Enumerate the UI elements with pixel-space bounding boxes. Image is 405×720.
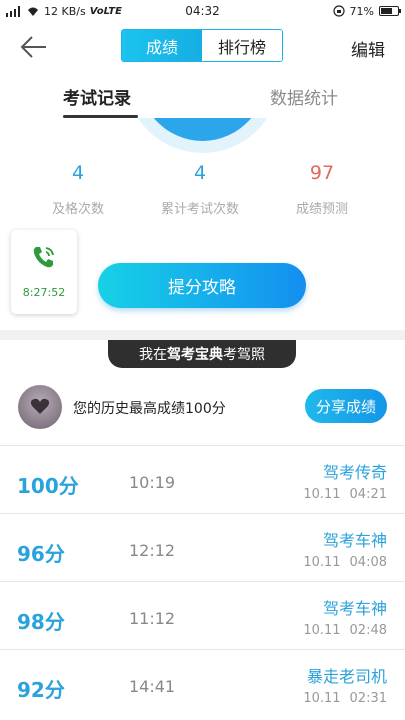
sub-tabs: 考试记录 数据统计 — [0, 72, 405, 120]
list-item[interactable]: 96分 12:12 驾考车神 10.11 04:08 — [0, 513, 405, 581]
tab-score[interactable]: 成绩 — [122, 30, 202, 61]
banner-suffix: 考驾照 — [223, 347, 265, 363]
record-duration: 10:19 — [129, 473, 176, 492]
stat-label: 成绩预测 — [295, 202, 348, 217]
record-title: 驾考传奇 — [322, 463, 387, 482]
record-title: 驾考车神 — [322, 531, 387, 550]
share-score-button[interactable]: 分享成绩 — [305, 389, 387, 423]
section-divider — [0, 330, 405, 340]
record-title: 暴走老司机 — [306, 667, 387, 686]
record-datetime: 10.11 02:31 — [303, 691, 387, 706]
top-nav: 成绩 排行榜 编辑 — [0, 22, 405, 72]
stat-value: 4 — [71, 162, 85, 184]
call-timer-widget[interactable]: 8:27:52 — [11, 230, 77, 314]
improve-tips-button[interactable]: 提分攻略 — [98, 263, 306, 308]
exam-records-list: 100分 10:19 驾考传奇 10.11 04:21 96分 12:12 驾考车… — [0, 445, 405, 717]
best-score-text: 您的历史最高成绩100分 — [73, 401, 226, 417]
battery-icon — [379, 6, 401, 16]
heart-icon — [30, 398, 50, 414]
stat-label: 及格次数 — [51, 202, 104, 217]
stats-row: 4 及格次数 4 累计考试次数 97 成绩预测 — [0, 162, 405, 222]
status-bar: 12 KB/s VoLTE 04:32 71% — [0, 0, 405, 22]
stat-value: 97 — [309, 162, 335, 184]
list-item[interactable]: 98分 11:12 驾考车神 10.11 02:48 — [0, 581, 405, 649]
stat-label: 累计考试次数 — [160, 202, 239, 217]
promo-banner: 我在 驾考宝典 考驾照 — [108, 340, 296, 368]
record-datetime: 10.11 04:08 — [303, 555, 387, 570]
record-score: 96分 — [17, 542, 65, 566]
stat-pass-count: 4 及格次数 — [23, 162, 133, 217]
record-duration: 11:12 — [129, 609, 176, 628]
banner-brand: 驾考宝典 — [167, 347, 223, 363]
list-item[interactable]: 100分 10:19 驾考传奇 10.11 04:21 — [0, 445, 405, 513]
segmented-control: 成绩 排行榜 — [121, 29, 283, 62]
record-score: 92分 — [17, 678, 65, 702]
app-screen: 12 KB/s VoLTE 04:32 71% 成绩 排行榜 编辑 考试记录 数… — [0, 0, 405, 720]
stat-value: 4 — [193, 162, 207, 184]
edit-button[interactable]: 编辑 — [351, 36, 385, 61]
stat-total-exams: 4 累计考试次数 — [145, 162, 255, 217]
tab-data-statistics[interactable]: 数据统计 — [270, 84, 338, 109]
clock: 04:32 — [185, 4, 220, 18]
record-score: 100分 — [17, 474, 79, 498]
record-duration: 14:41 — [129, 677, 176, 696]
avatar — [18, 385, 62, 429]
timer-text: 8:27:52 — [22, 286, 66, 299]
best-score-row: 您的历史最高成绩100分 分享成绩 — [0, 380, 405, 440]
tab-exam-records[interactable]: 考试记录 — [63, 84, 131, 109]
banner-prefix: 我在 — [139, 347, 167, 363]
back-arrow-icon[interactable] — [20, 34, 48, 60]
score-circle — [0, 118, 405, 154]
stat-score-prediction: 97 成绩预测 — [267, 162, 377, 217]
record-datetime: 10.11 02:48 — [303, 623, 387, 638]
list-item[interactable]: 92分 14:41 暴走老司机 10.11 02:31 — [0, 649, 405, 717]
record-duration: 12:12 — [129, 541, 176, 560]
phone-call-icon — [33, 247, 54, 268]
record-score: 98分 — [17, 610, 65, 634]
record-title: 驾考车神 — [322, 599, 387, 618]
record-datetime: 10.11 04:21 — [303, 487, 387, 502]
tab-leaderboard[interactable]: 排行榜 — [202, 30, 282, 61]
